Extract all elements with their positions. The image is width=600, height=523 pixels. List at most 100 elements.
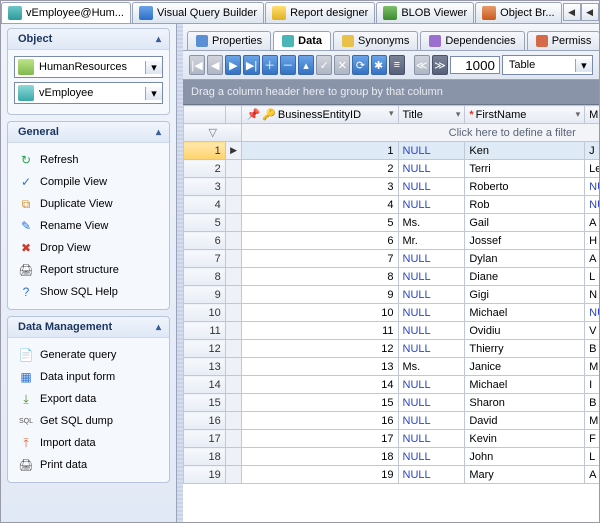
cell[interactable]: NULL bbox=[398, 340, 465, 358]
cell[interactable]: V bbox=[585, 322, 599, 340]
table-row[interactable]: 11NULLKenJSánc bbox=[184, 142, 600, 160]
table-row[interactable]: 1414NULLMichaelISulli bbox=[184, 376, 600, 394]
menu-item[interactable]: 🖨Print data bbox=[14, 454, 163, 476]
table-row[interactable]: 1212NULLThierryBD'He bbox=[184, 340, 600, 358]
cell[interactable]: Roberto bbox=[465, 178, 585, 196]
cell[interactable]: N bbox=[585, 286, 599, 304]
cell[interactable]: Ms. bbox=[398, 214, 465, 232]
cell[interactable]: A bbox=[585, 466, 599, 484]
cell[interactable]: Ovidiu bbox=[465, 322, 585, 340]
cell[interactable]: Jossef bbox=[465, 232, 585, 250]
nav-last[interactable]: ▶| bbox=[243, 55, 259, 75]
menu-item[interactable]: ✓Compile View bbox=[14, 171, 163, 193]
editor-tab[interactable]: Report designer bbox=[265, 2, 375, 23]
cell[interactable]: 17 bbox=[242, 430, 398, 448]
table-row[interactable]: 88NULLDianeLMarg bbox=[184, 268, 600, 286]
menu-item[interactable]: SQLGet SQL dump bbox=[14, 410, 163, 432]
cell[interactable]: Michael bbox=[465, 376, 585, 394]
cell[interactable]: NULL bbox=[398, 376, 465, 394]
cell[interactable]: Thierry bbox=[465, 340, 585, 358]
cell[interactable]: NULL bbox=[398, 178, 465, 196]
table-row[interactable]: 1313Ms.JaniceMGalv bbox=[184, 358, 600, 376]
cell[interactable]: Lee bbox=[585, 160, 599, 178]
menu-item[interactable]: ⤒Import data bbox=[14, 432, 163, 454]
menu-item[interactable]: ▦Data input form bbox=[14, 366, 163, 388]
menu-item[interactable]: ↻Refresh bbox=[14, 149, 163, 171]
cell[interactable]: L bbox=[585, 448, 599, 466]
inner-tab[interactable]: Synonyms bbox=[333, 31, 418, 50]
view-combo[interactable]: vEmployee ▾ bbox=[14, 82, 163, 104]
cell[interactable]: 15 bbox=[242, 394, 398, 412]
table-row[interactable]: 1717NULLKevinFBrow bbox=[184, 430, 600, 448]
cell[interactable]: 13 bbox=[242, 358, 398, 376]
editor-tab[interactable]: vEmployee@Hum... bbox=[1, 2, 131, 23]
cell[interactable]: 10 bbox=[242, 304, 398, 322]
cell[interactable]: NULL bbox=[398, 160, 465, 178]
col-title[interactable]: Title▾ bbox=[398, 106, 465, 124]
tab-scroll-left[interactable]: ◀ bbox=[563, 3, 581, 21]
table-row[interactable]: 1010NULLMichaelNULLRahe bbox=[184, 304, 600, 322]
cell[interactable]: Gigi bbox=[465, 286, 585, 304]
cell[interactable]: J bbox=[585, 142, 599, 160]
menu-item[interactable]: 📄Generate query bbox=[14, 344, 163, 366]
cell[interactable]: 7 bbox=[242, 250, 398, 268]
cell[interactable]: Ms. bbox=[398, 358, 465, 376]
cell[interactable]: Ken bbox=[465, 142, 585, 160]
insert-row[interactable]: ＋ bbox=[262, 55, 278, 75]
menu-item[interactable]: ✎Rename View bbox=[14, 215, 163, 237]
edit-row[interactable]: ▴ bbox=[298, 55, 314, 75]
panel-header-object[interactable]: Object ▴ bbox=[8, 29, 169, 50]
page-prev[interactable]: ≪ bbox=[414, 55, 430, 75]
cell[interactable]: NULL bbox=[585, 304, 599, 322]
cell[interactable]: L bbox=[585, 268, 599, 286]
cell[interactable]: NULL bbox=[398, 394, 465, 412]
filter-row[interactable]: ▽ Click here to define a filter bbox=[184, 124, 600, 142]
page-next[interactable]: ≫ bbox=[432, 55, 448, 75]
cell[interactable]: I bbox=[585, 376, 599, 394]
cell[interactable]: John bbox=[465, 448, 585, 466]
cell[interactable]: NULL bbox=[398, 304, 465, 322]
delete-row[interactable]: － bbox=[280, 55, 296, 75]
cancel[interactable]: ✕ bbox=[334, 55, 350, 75]
cell[interactable]: F bbox=[585, 430, 599, 448]
filter[interactable]: ≡ bbox=[389, 55, 405, 75]
cell[interactable]: 18 bbox=[242, 448, 398, 466]
inner-tab[interactable]: Data bbox=[273, 31, 331, 50]
bookmark[interactable]: ✱ bbox=[371, 55, 387, 75]
cell[interactable]: Rob bbox=[465, 196, 585, 214]
table-row[interactable]: 33NULLRobertoNULLTaml bbox=[184, 178, 600, 196]
cell[interactable]: NULL bbox=[398, 250, 465, 268]
editor-tab[interactable]: Visual Query Builder bbox=[132, 2, 264, 23]
cell[interactable]: 19 bbox=[242, 466, 398, 484]
panel-header-general[interactable]: General ▴ bbox=[8, 122, 169, 143]
table-row[interactable]: 1111NULLOvidiuVCrac bbox=[184, 322, 600, 340]
cell[interactable]: Terri bbox=[465, 160, 585, 178]
menu-item[interactable]: ⧉Duplicate View bbox=[14, 193, 163, 215]
nav-first[interactable]: |◀ bbox=[189, 55, 205, 75]
cell[interactable]: NULL bbox=[585, 178, 599, 196]
table-row[interactable]: 1515NULLSharonBSala bbox=[184, 394, 600, 412]
group-by-bar[interactable]: Drag a column header here to group by th… bbox=[183, 80, 599, 105]
view-mode-select[interactable]: Table ▾ bbox=[502, 55, 593, 75]
cell[interactable]: 11 bbox=[242, 322, 398, 340]
cell[interactable]: 4 bbox=[242, 196, 398, 214]
cell[interactable]: 3 bbox=[242, 178, 398, 196]
data-grid[interactable]: 📌🔑BusinessEntityID▾ Title▾ *FirstName▾ M… bbox=[183, 105, 599, 522]
cell[interactable]: M bbox=[585, 412, 599, 430]
table-row[interactable]: 1919NULLMaryADem bbox=[184, 466, 600, 484]
cell[interactable]: Mr. bbox=[398, 232, 465, 250]
cell[interactable]: Gail bbox=[465, 214, 585, 232]
cell[interactable]: Kevin bbox=[465, 430, 585, 448]
cell[interactable]: NULL bbox=[398, 430, 465, 448]
nav-next[interactable]: ▶ bbox=[225, 55, 241, 75]
cell[interactable]: 1 bbox=[242, 142, 398, 160]
cell[interactable]: NULL bbox=[398, 322, 465, 340]
table-row[interactable]: 1818NULLJohnLWoo bbox=[184, 448, 600, 466]
cell[interactable]: David bbox=[465, 412, 585, 430]
menu-item[interactable]: ⤓Export data bbox=[14, 388, 163, 410]
menu-item[interactable]: ?Show SQL Help bbox=[14, 281, 163, 303]
cell[interactable]: 6 bbox=[242, 232, 398, 250]
cell[interactable]: 5 bbox=[242, 214, 398, 232]
cell[interactable]: NULL bbox=[398, 142, 465, 160]
cell[interactable]: 2 bbox=[242, 160, 398, 178]
